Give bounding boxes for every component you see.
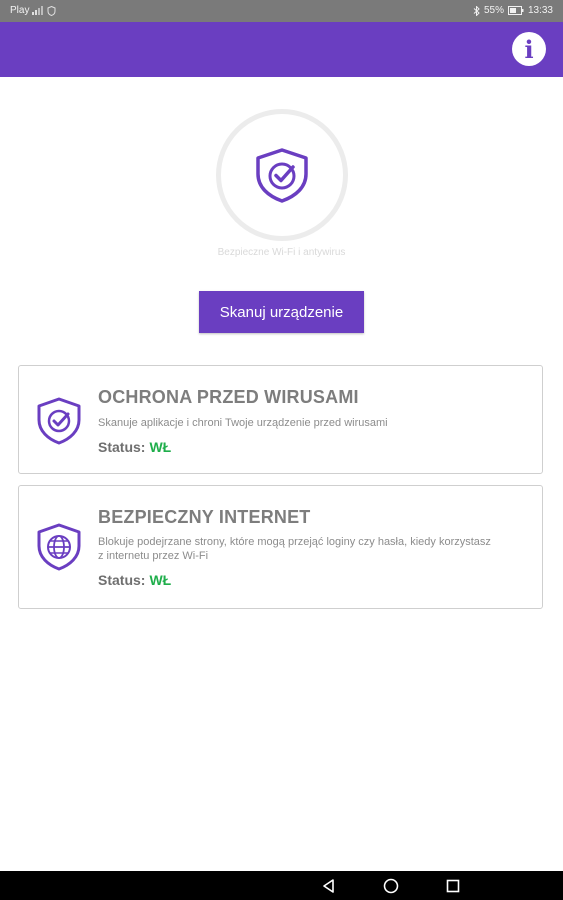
status-label: Status: xyxy=(98,572,146,588)
carrier-label: Play xyxy=(10,5,30,16)
shield-check-icon xyxy=(256,148,308,203)
card-status: Status: WŁ xyxy=(98,439,171,455)
recent-square-icon[interactable] xyxy=(444,877,462,895)
scan-device-button[interactable]: Skanuj urządzenie xyxy=(199,291,364,333)
home-circle-icon[interactable] xyxy=(382,877,400,895)
status-value: WŁ xyxy=(149,572,172,588)
clock: 13:33 xyxy=(527,5,553,16)
back-triangle-icon[interactable] xyxy=(320,877,338,895)
status-label: Status: xyxy=(98,439,146,455)
card-title: OCHRONA PRZED WIRUSAMI xyxy=(98,387,359,407)
status-bar: Play 55% 13:33 xyxy=(0,0,563,22)
card-status: Status: WŁ xyxy=(98,572,171,588)
status-value: WŁ xyxy=(149,439,172,455)
navigation-bar xyxy=(0,871,563,900)
info-icon: i xyxy=(524,34,534,64)
bluetooth-icon xyxy=(473,5,480,16)
battery-icon xyxy=(507,6,524,15)
battery-percent: 55% xyxy=(483,5,504,16)
card-title: BEZPIECZNY INTERNET xyxy=(98,507,311,527)
hero-caption: Bezpieczne Wi-Fi i antywirus xyxy=(217,247,346,258)
card-icon-wrapper xyxy=(35,396,83,451)
info-button[interactable]: i xyxy=(512,32,546,66)
card-icon-wrapper xyxy=(35,522,83,577)
status-left: Play xyxy=(10,5,56,16)
hero-status-ring xyxy=(216,109,348,241)
status-right: 55% 13:33 xyxy=(473,5,553,16)
safe-internet-card[interactable]: BEZPIECZNY INTERNET Blokuje podejrzane s… xyxy=(18,485,543,609)
signal-icon xyxy=(32,6,44,15)
app-bar: i xyxy=(0,22,563,77)
shield-check-icon xyxy=(37,397,81,445)
vpn-shield-icon xyxy=(47,5,56,16)
card-description: Skanuje aplikacje i chroni Twoje urządze… xyxy=(98,417,388,429)
virus-protection-card[interactable]: OCHRONA PRZED WIRUSAMI Skanuje aplikacje… xyxy=(18,365,543,474)
card-description: Blokuje podejrzane strony, które mogą pr… xyxy=(98,536,491,562)
shield-globe-icon xyxy=(37,523,81,571)
